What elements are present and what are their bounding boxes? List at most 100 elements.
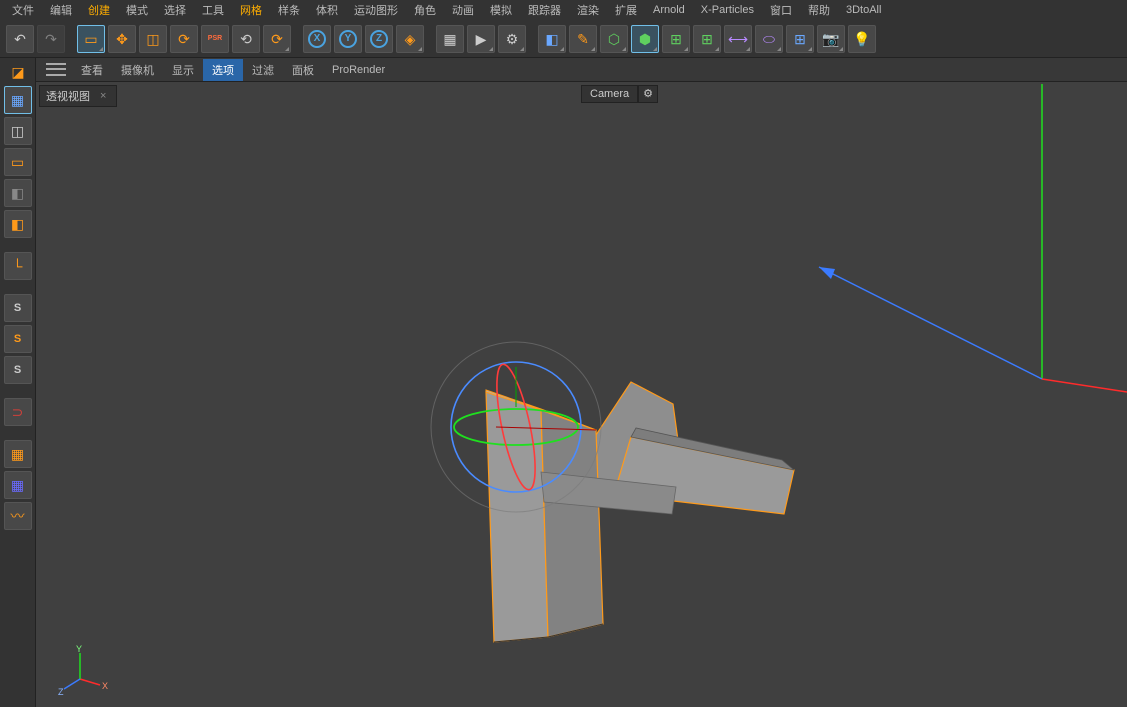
menu-animate[interactable]: 动画 <box>444 0 482 21</box>
menu-select[interactable]: 选择 <box>156 0 194 21</box>
menu-volume[interactable]: 体积 <box>308 0 346 21</box>
vp-menu-cameras[interactable]: 摄像机 <box>112 59 163 81</box>
move-icon: ✥ <box>116 32 128 46</box>
workplane-icon: ▭ <box>11 155 24 169</box>
psr-icon: PSR <box>208 35 222 42</box>
render-pv-button[interactable]: ▶ <box>467 25 495 53</box>
menu-xparticles[interactable]: X-Particles <box>693 1 762 19</box>
render-settings-button[interactable]: ⚙ <box>498 25 526 53</box>
undo-button[interactable]: ↶ <box>6 25 34 53</box>
environment-button[interactable]: ⊞ <box>662 25 690 53</box>
deformer-icon: ⬢ <box>639 32 651 46</box>
rectangle-select-icon: ▭ <box>84 32 97 46</box>
live-selection-button[interactable]: ▭ <box>77 25 105 53</box>
camera-create-button[interactable]: ⟷ <box>724 25 752 53</box>
camera-icon: 📷 <box>822 32 839 46</box>
move-button[interactable]: ✥ <box>108 25 136 53</box>
snap-s2-button[interactable]: S <box>4 325 32 353</box>
selected-object[interactable] <box>486 382 794 642</box>
texture-mode-button[interactable]: ◫ <box>4 117 32 145</box>
make-editable-button[interactable]: ◪ <box>4 60 32 84</box>
light-create-button[interactable]: ⬭ <box>755 25 783 53</box>
vp-menu-prorender[interactable]: ProRender <box>323 61 394 79</box>
menu-tracker[interactable]: 跟踪器 <box>520 0 569 21</box>
grid2-icon: ▦ <box>11 478 24 492</box>
scale-button[interactable]: ◫ <box>139 25 167 53</box>
menu-render[interactable]: 渲染 <box>569 0 607 21</box>
primitive-button[interactable]: ◧ <box>538 25 566 53</box>
vp-menu-panel[interactable]: 面板 <box>283 59 323 81</box>
grid1-button[interactable]: ▦ <box>4 440 32 468</box>
last-tool-button[interactable]: ⟳ <box>263 25 291 53</box>
world-z-arrow-icon <box>819 267 835 279</box>
menu-spline[interactable]: 样条 <box>270 0 308 21</box>
deformer-button[interactable]: ⬢ <box>631 25 659 53</box>
psr-button[interactable]: PSR <box>201 25 229 53</box>
vp-menu-view[interactable]: 查看 <box>72 59 112 81</box>
axis-mode-button[interactable]: └ <box>4 252 32 280</box>
axis-x-button[interactable]: X <box>303 25 331 53</box>
object-solid-button[interactable]: ◧ <box>4 210 32 238</box>
menu-simulate[interactable]: 模拟 <box>482 0 520 21</box>
rotate-icon: ⟳ <box>178 32 190 46</box>
axis-z-icon: Z <box>370 30 388 48</box>
camera-arrow-icon: ⟷ <box>728 32 748 46</box>
axis-z-button[interactable]: Z <box>365 25 393 53</box>
grid1-icon: ▦ <box>11 447 24 461</box>
coord-system-button[interactable]: ◈ <box>396 25 424 53</box>
menu-arnold[interactable]: Arnold <box>645 1 693 19</box>
reset-icon: ⟲ <box>240 32 252 46</box>
menu-edit[interactable]: 编辑 <box>42 0 80 21</box>
s2-icon: S <box>14 333 21 345</box>
model-mode-button[interactable]: ▦ <box>4 86 32 114</box>
light-obj-button[interactable]: 💡 <box>848 25 876 53</box>
workplane-mode-button[interactable]: ▭ <box>4 148 32 176</box>
menu-file[interactable]: 文件 <box>4 0 42 21</box>
camera-obj-button[interactable]: 📷 <box>817 25 845 53</box>
axis-y-button[interactable]: Y <box>334 25 362 53</box>
menu-3dtoall[interactable]: 3DtoAll <box>838 1 889 19</box>
menu-mograph[interactable]: 运动图形 <box>346 0 406 21</box>
menu-extensions[interactable]: 扩展 <box>607 0 645 21</box>
generator-icon: ⬡ <box>608 32 620 46</box>
menu-character[interactable]: 角色 <box>406 0 444 21</box>
snap-s1-button[interactable]: S <box>4 294 32 322</box>
snap-s3-button[interactable]: S <box>4 356 32 384</box>
texture-mode-icon: ◫ <box>11 124 24 138</box>
array-button[interactable]: ⊞ <box>693 25 721 53</box>
viewport-menubar: 查看 摄像机 显示 选项 过滤 面板 ProRender <box>0 58 1127 82</box>
menu-window[interactable]: 窗口 <box>762 0 800 21</box>
environment-icon: ⊞ <box>670 32 682 46</box>
render-view-button[interactable]: ▦ <box>436 25 464 53</box>
vp-menu-filter[interactable]: 过滤 <box>243 59 283 81</box>
menu-create[interactable]: 创建 <box>80 0 118 21</box>
cloth-button[interactable]: 〰 <box>4 502 32 530</box>
model-mode-icon: ▦ <box>11 93 24 107</box>
scene-3d <box>36 82 1127 707</box>
magnet-icon: ⊃ <box>12 405 24 419</box>
viewport[interactable]: 透视视图 × Camera ⚙ <box>36 82 1127 707</box>
main-toolbar: ↶ ↷ ▭ ✥ ◫ ⟳ PSR ⟲ ⟳ X Y Z ◈ ▦ ▶ ⚙ ◧ ✎ ⬡ … <box>0 20 1127 58</box>
reset-psr-button[interactable]: ⟲ <box>232 25 260 53</box>
rotate-button[interactable]: ⟳ <box>170 25 198 53</box>
axis-x-icon: X <box>308 30 326 48</box>
vp-menu-display[interactable]: 显示 <box>163 59 203 81</box>
menu-tools[interactable]: 工具 <box>194 0 232 21</box>
object-mode-button[interactable]: ◧ <box>4 179 32 207</box>
redo-button[interactable]: ↷ <box>37 25 65 53</box>
menu-bar: 文件 编辑 创建 模式 选择 工具 网格 样条 体积 运动图形 角色 动画 模拟… <box>0 0 1127 20</box>
menu-help[interactable]: 帮助 <box>800 0 838 21</box>
floor-button[interactable]: ⊞ <box>786 25 814 53</box>
axis-y-label: Y <box>76 645 82 654</box>
menu-mesh[interactable]: 网格 <box>232 0 270 21</box>
magnet-button[interactable]: ⊃ <box>4 398 32 426</box>
undo-icon: ↶ <box>14 32 26 46</box>
viewport-menu-icon[interactable] <box>46 62 66 78</box>
vp-menu-options[interactable]: 选项 <box>203 59 243 81</box>
spline-button[interactable]: ✎ <box>569 25 597 53</box>
axis-widget[interactable]: X Y Z <box>58 645 108 695</box>
generator-button[interactable]: ⬡ <box>600 25 628 53</box>
grid2-button[interactable]: ▦ <box>4 471 32 499</box>
left-toolbar: ◪ ▦ ◫ ▭ ◧ ◧ └ S S S ⊃ ▦ ▦ 〰 <box>0 58 36 707</box>
menu-mode[interactable]: 模式 <box>118 0 156 21</box>
